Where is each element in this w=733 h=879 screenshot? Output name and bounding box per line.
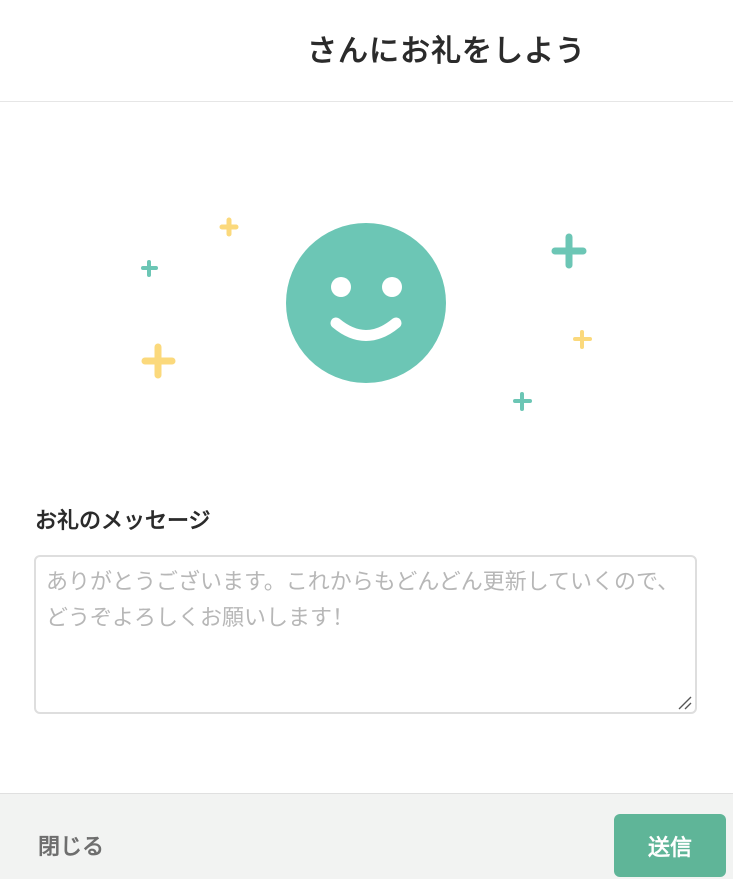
dialog-footer: 閉じる 送信 xyxy=(0,793,733,879)
illustration-graphic xyxy=(141,217,592,411)
sparkle-icon xyxy=(573,330,592,349)
close-button[interactable]: 閉じる xyxy=(38,829,104,861)
sparkle-icon xyxy=(551,233,587,269)
dialog-title: さんにお礼をしよう xyxy=(307,34,586,69)
sparkle-icon xyxy=(141,343,176,379)
message-textarea[interactable] xyxy=(34,555,697,714)
sparkle-icon xyxy=(513,392,532,411)
resize-handle-icon[interactable] xyxy=(677,695,693,711)
smiley-face-icon xyxy=(286,223,446,383)
thank-you-dialog: さんにお礼をしよう お礼のメッセージ ありがとうございます。これからもどんどん更… xyxy=(0,0,733,879)
illustration xyxy=(0,102,733,482)
message-label: お礼のメッセージ xyxy=(35,509,211,534)
dialog-header: さんにお礼をしよう xyxy=(0,0,733,102)
sparkle-icon xyxy=(219,217,239,237)
send-button[interactable]: 送信 xyxy=(614,814,726,877)
sparkle-icon xyxy=(141,260,158,277)
